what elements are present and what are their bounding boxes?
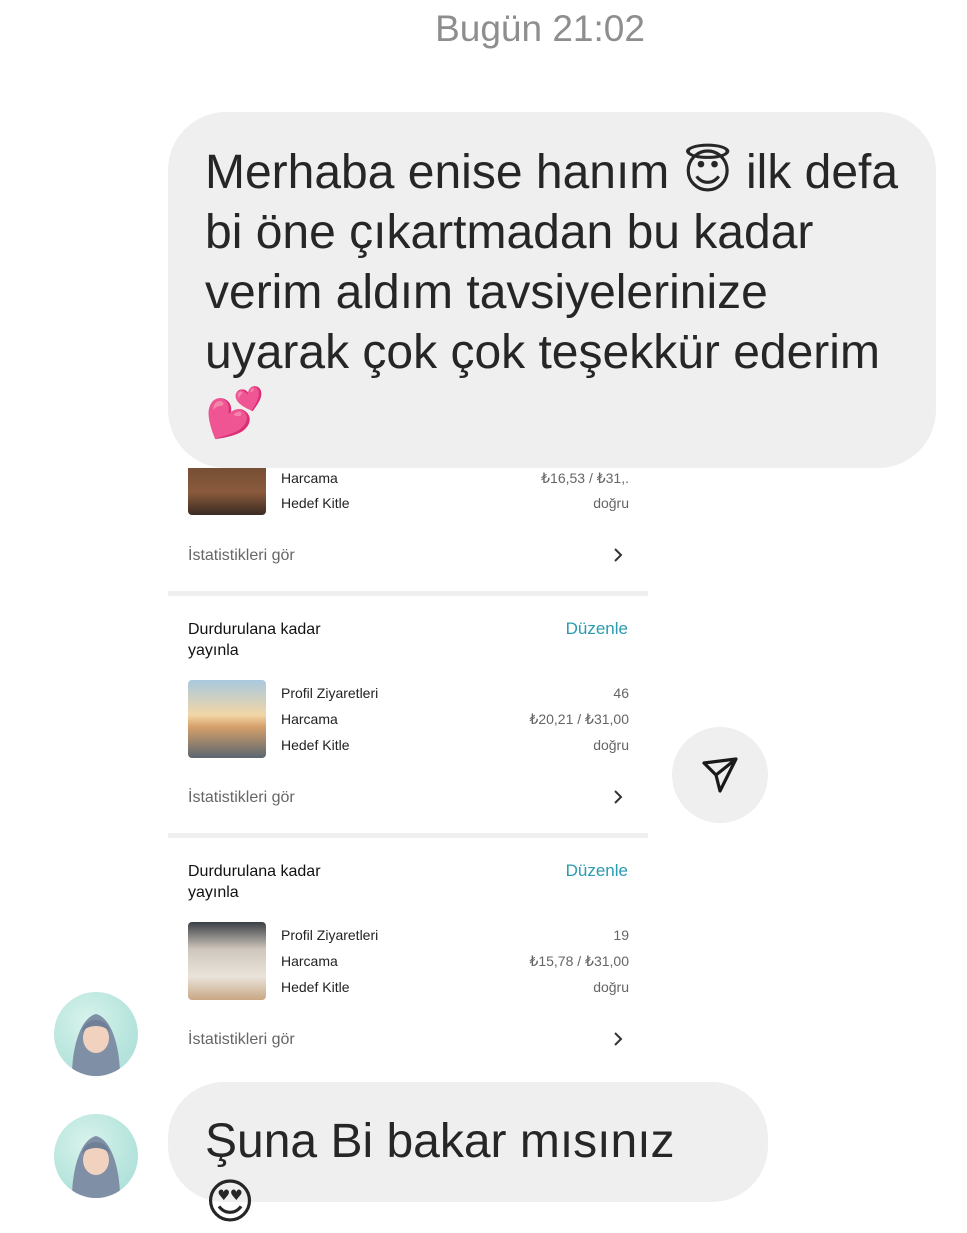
person-avatar-icon [72, 1014, 120, 1076]
share-button[interactable] [672, 727, 768, 823]
ad-thumbnail [188, 922, 266, 1000]
ad-duration-title: Durdurulana kadar yayınla [188, 863, 321, 901]
chat-timestamp: Bugün 21:02 [435, 8, 645, 49]
heart-eyes-emoji: 😍 [205, 1174, 256, 1230]
smiling-halo-emoji: 😇 [682, 144, 733, 200]
chevron-right-icon [614, 548, 623, 562]
message-text: Şuna Bi bakar mısınız [205, 1115, 675, 1168]
ad-card: Durdurulana kadar yayınla Düzenle Profil… [188, 861, 629, 1049]
ad-duration-title: Durdurulana kadar yayınla [188, 621, 321, 659]
view-stats-link[interactable]: İstatistikleri gör [188, 789, 628, 807]
message-bubble-incoming[interactable]: Şuna Bi bakar mısınız 😍 [168, 1082, 768, 1230]
view-stats-link[interactable]: İstatistikleri gör [188, 547, 628, 565]
person-avatar-icon [72, 1136, 120, 1198]
message-bubble-incoming[interactable]: Merhaba enise hanım 😇 ilk defa bi öne çı… [168, 112, 936, 468]
shared-screenshot[interactable]: Harcama ₺16,53 / ₺31,. Hedef Kitle doğru İ… [168, 468, 648, 1078]
two-hearts-emoji: 💕 [205, 385, 265, 441]
edit-button[interactable]: Düzenle [566, 619, 628, 639]
ad-card: Durdurulana kadar yayınla Düzenle Profil… [188, 619, 629, 807]
chevron-right-icon [614, 790, 623, 804]
edit-button[interactable]: Düzenle [566, 861, 628, 881]
avatar[interactable] [54, 1114, 138, 1198]
ad-card: Harcama ₺16,53 / ₺31,. Hedef Kitle doğru İ… [168, 468, 648, 593]
ad-thumbnail [188, 680, 266, 758]
ad-thumbnail [188, 468, 266, 515]
avatar[interactable] [54, 992, 138, 1076]
message-text: Merhaba enise hanım [205, 146, 683, 199]
paper-plane-icon [702, 757, 738, 793]
view-stats-link[interactable]: İstatistikleri gör [188, 1031, 628, 1049]
chevron-right-icon [614, 1032, 623, 1046]
